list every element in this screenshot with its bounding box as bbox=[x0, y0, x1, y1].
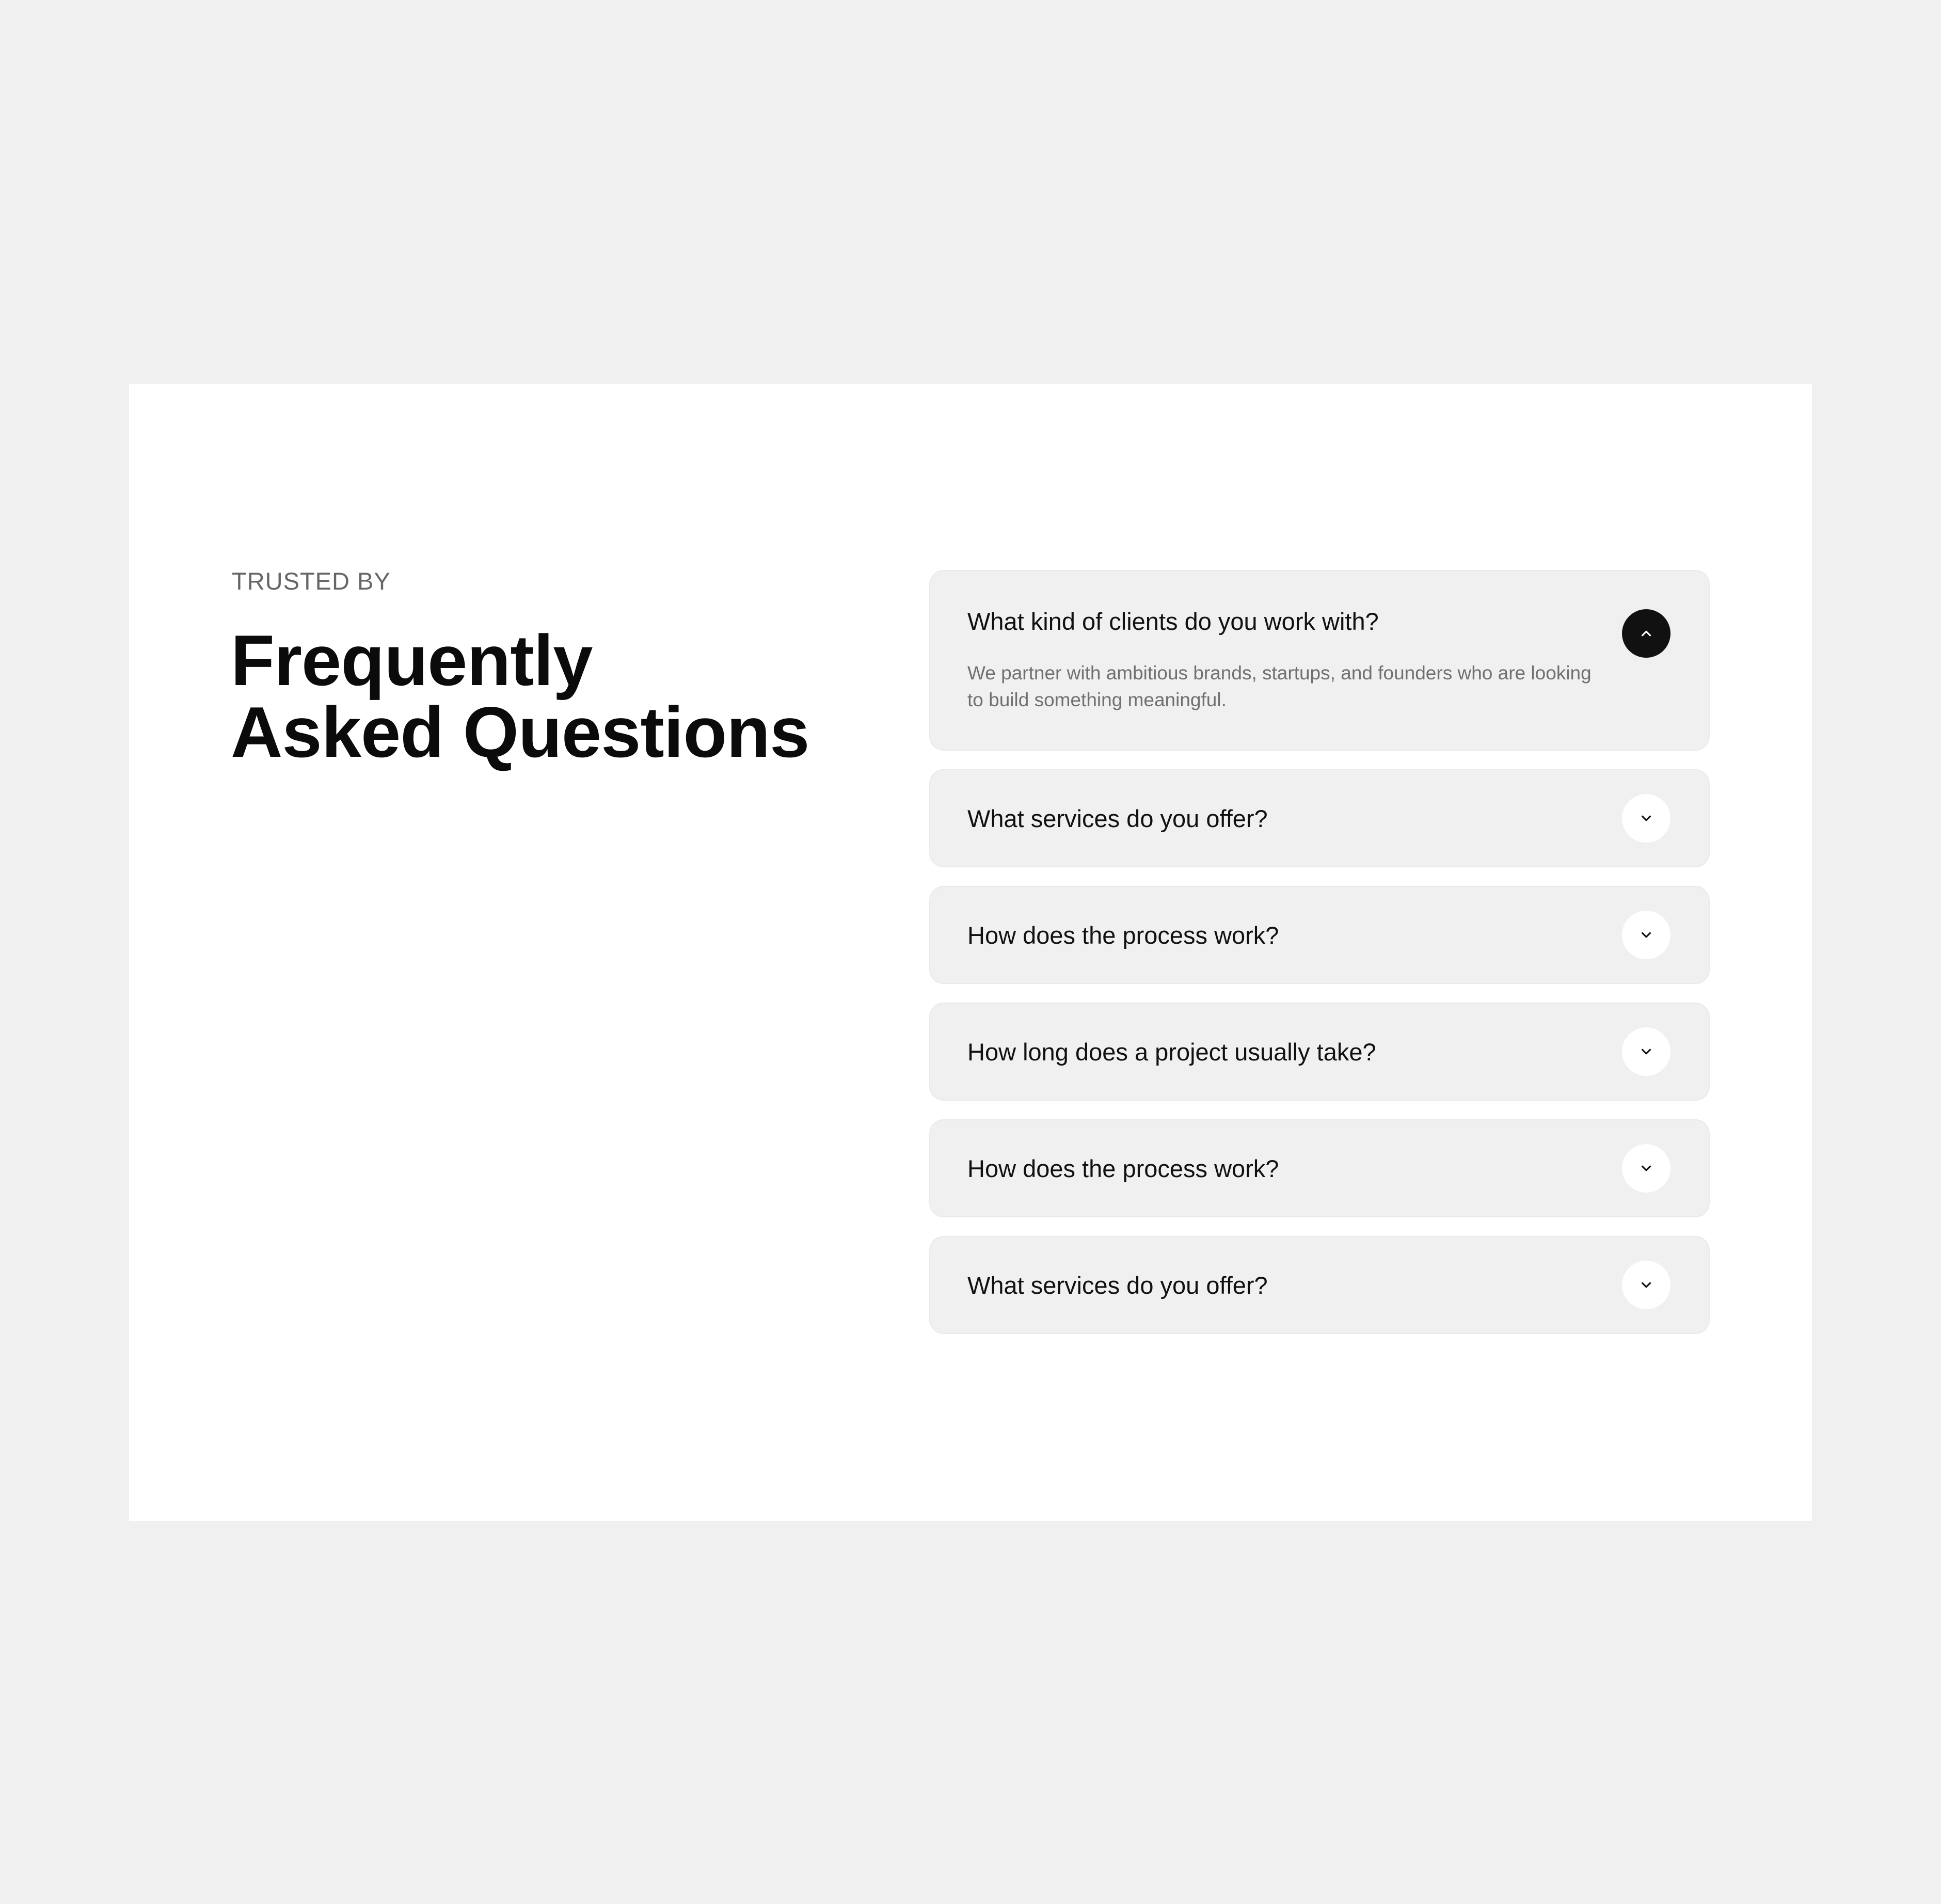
faq-item[interactable]: How long does a project usually take? bbox=[929, 1003, 1710, 1101]
faq-answer: We partner with ambitious brands, startu… bbox=[967, 662, 1592, 710]
faq-accordion: What kind of clients do you work with? W… bbox=[929, 570, 1710, 1353]
faq-item[interactable]: How does the process work? bbox=[929, 886, 1710, 984]
faq-toggle-button[interactable] bbox=[1622, 1144, 1670, 1193]
section-eyebrow: TRUSTED BY bbox=[232, 567, 391, 595]
faq-toggle-button[interactable] bbox=[1622, 1261, 1670, 1309]
faq-item-expanded[interactable]: What kind of clients do you work with? W… bbox=[929, 570, 1710, 751]
faq-question[interactable]: What services do you offer? bbox=[967, 804, 1268, 833]
faq-item[interactable]: How does the process work? bbox=[929, 1119, 1710, 1217]
faq-question[interactable]: How does the process work? bbox=[967, 921, 1279, 950]
chevron-down-icon bbox=[1641, 1282, 1651, 1288]
faq-toggle-button[interactable] bbox=[1622, 1027, 1670, 1076]
faq-question[interactable]: How long does a project usually take? bbox=[967, 1038, 1376, 1067]
faq-question[interactable]: What kind of clients do you work with? bbox=[967, 607, 1379, 636]
faq-item[interactable]: What services do you offer? bbox=[929, 1236, 1710, 1334]
faq-toggle-button[interactable] bbox=[1622, 794, 1670, 843]
chevron-down-icon bbox=[1641, 815, 1651, 821]
page-title-line-2: Asked Questions bbox=[231, 692, 809, 772]
chevron-up-icon bbox=[1641, 630, 1651, 637]
chevron-down-icon bbox=[1641, 932, 1651, 938]
chevron-down-icon bbox=[1641, 1165, 1651, 1171]
faq-item[interactable]: What services do you offer? bbox=[929, 769, 1710, 867]
faq-question[interactable]: How does the process work? bbox=[967, 1154, 1279, 1183]
chevron-down-icon bbox=[1641, 1049, 1651, 1055]
faq-toggle-button[interactable] bbox=[1622, 609, 1670, 658]
faq-toggle-button[interactable] bbox=[1622, 911, 1670, 959]
page-title-line-1: Frequently bbox=[231, 621, 593, 701]
faq-question[interactable]: What services do you offer? bbox=[967, 1271, 1268, 1300]
page-title: Frequently Asked Questions bbox=[231, 625, 809, 768]
